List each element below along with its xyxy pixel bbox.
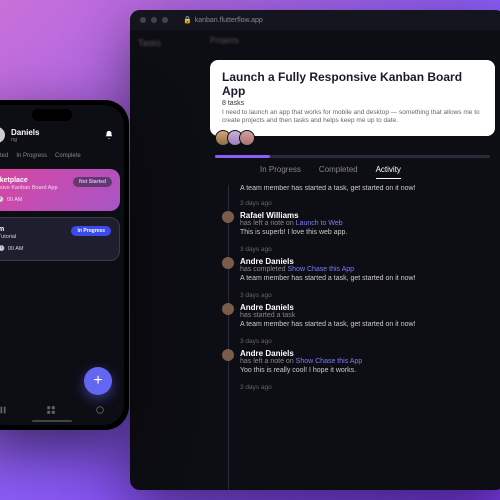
task-count: 8 tasks — [222, 100, 483, 107]
avatar — [222, 257, 234, 269]
feed-link[interactable]: Show Chase this App — [287, 266, 354, 273]
project-title: Launch a Fully Responsive Kanban Board A… — [222, 70, 483, 98]
url-bar[interactable]: 🔒 kanban.flutterflow.app — [183, 16, 263, 24]
task-card[interactable]: m Tutorial In Progress 🕐00 AM — [0, 217, 120, 261]
feed-item: Andre Daniels has left a note on Show Ch… — [240, 349, 495, 374]
phone-screen: Daniels ng Started In Progress Complete … — [0, 105, 124, 425]
tab-completed[interactable]: Completed — [319, 165, 358, 179]
date-separator: 3 days ago — [240, 292, 495, 299]
feed-body: This is superb! I love this web app. — [240, 229, 495, 236]
desktop-window: 🔒 kanban.flutterflow.app Tasks Projects … — [130, 10, 500, 490]
phone-tabs: Started In Progress Complete — [0, 149, 124, 163]
project-header-card: Launch a Fully Responsive Kanban Board A… — [210, 60, 495, 136]
feed-item: Andre Daniels has completed Show Chase t… — [240, 257, 495, 282]
feed-body: A team member has started a task, get st… — [240, 321, 495, 328]
timeline-line — [228, 185, 229, 490]
feed-item: Andre Daniels has started a task A team … — [240, 303, 495, 328]
avatar[interactable] — [239, 130, 255, 146]
avatar — [222, 303, 234, 315]
phone-frame: Daniels ng Started In Progress Complete … — [0, 100, 129, 430]
clock-icon: 🕐 — [0, 197, 4, 203]
feed-author: Rafael Williams — [240, 211, 495, 220]
greeting: ng — [11, 137, 39, 143]
phone-tab-started[interactable]: Started — [0, 153, 8, 159]
feed-intro: A team member has started a task, get st… — [240, 185, 495, 192]
circle-icon[interactable] — [95, 405, 105, 415]
feed-action: has left a note on Launch to Web — [240, 220, 495, 227]
sidebar: Tasks — [130, 30, 200, 80]
feed-item: Rafael Williams has left a note on Launc… — [240, 211, 495, 236]
traffic-light-max-icon[interactable] — [162, 17, 168, 23]
activity-feed: A team member has started a task, get st… — [220, 185, 495, 490]
url-text: kanban.flutterflow.app — [195, 17, 263, 24]
feed-action: has left a note on Show Chase this App — [240, 358, 495, 365]
traffic-light-min-icon[interactable] — [151, 17, 157, 23]
phone-user[interactable]: Daniels ng — [0, 127, 39, 143]
date-separator: 3 days ago — [240, 384, 495, 391]
phone-notch — [32, 109, 72, 121]
home-indicator — [32, 420, 72, 423]
date-separator: 3 days ago — [240, 200, 495, 207]
phone-tab-complete[interactable]: Complete — [55, 153, 81, 159]
feed-author: Andre Daniels — [240, 349, 495, 358]
tab-in-progress[interactable]: In Progress — [260, 165, 301, 179]
member-avatars — [215, 130, 255, 146]
feed-body: Yoo this is really cool! I hope it works… — [240, 367, 495, 374]
feed-author: Andre Daniels — [240, 257, 495, 266]
feed-link[interactable]: Show Chase this App — [296, 358, 363, 365]
task-time: 🕐00 AM — [0, 197, 112, 203]
date-separator: 3 days ago — [240, 246, 495, 253]
fab-add-button[interactable]: + — [84, 367, 112, 395]
username: Daniels — [11, 128, 39, 137]
avatar — [222, 349, 234, 361]
lock-icon: 🔒 — [183, 16, 192, 24]
avatar — [0, 127, 5, 143]
traffic-light-close-icon[interactable] — [140, 17, 146, 23]
status-badge: Not Started — [73, 177, 112, 187]
feed-author: Andre Daniels — [240, 303, 495, 312]
feed-action: has completed Show Chase this App — [240, 266, 495, 273]
bell-icon[interactable] — [104, 130, 114, 140]
feed-link[interactable]: Launch to Web — [296, 220, 343, 227]
tab-activity[interactable]: Activity — [376, 165, 401, 179]
clock-icon: 🕐 — [0, 246, 5, 252]
tab-bar: In Progress Completed Activity — [260, 165, 401, 179]
status-badge: In Progress — [71, 226, 111, 236]
bottom-nav — [0, 399, 124, 421]
task-card[interactable]: rketplace nsive Kanban Board App Not Sta… — [0, 169, 120, 211]
feed-action: has started a task — [240, 312, 495, 319]
phone-tab-in-progress[interactable]: In Progress — [16, 153, 47, 159]
grid-icon[interactable] — [46, 405, 56, 415]
avatar — [222, 211, 234, 223]
feed-body: A team member has started a task, get st… — [240, 275, 495, 282]
project-description: I need to launch an app that works for m… — [222, 109, 483, 126]
pause-icon[interactable] — [0, 405, 8, 415]
task-time: 🕐00 AM — [0, 246, 111, 252]
sidebar-tasks-heading: Tasks — [138, 38, 192, 48]
sidebar-projects-heading: Projects — [210, 36, 239, 45]
date-separator: 3 days ago — [240, 338, 495, 345]
window-titlebar: 🔒 kanban.flutterflow.app — [130, 10, 500, 30]
progress-bar — [215, 155, 490, 158]
progress-fill — [215, 155, 270, 158]
